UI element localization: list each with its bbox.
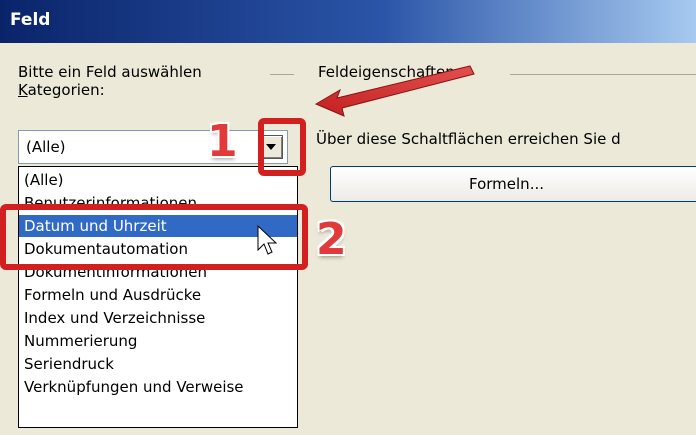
left-group-title: Bitte ein Feld auswählen: [18, 63, 206, 81]
list-item[interactable]: Seriendruck: [19, 353, 297, 375]
category-combobox[interactable]: (Alle): [18, 130, 288, 164]
list-item[interactable]: Nummerierung: [19, 330, 297, 352]
right-group-title: Feldeigenschaften: [318, 63, 459, 81]
step-number-1: 1: [207, 116, 238, 167]
title-bar: Feld: [0, 0, 696, 43]
list-item[interactable]: (Alle): [19, 169, 297, 191]
formula-button[interactable]: Formeln...: [330, 166, 696, 202]
category-label: Kategorien:: [18, 81, 109, 99]
hint-text: Über diese Schaltflächen erreichen Sie d: [316, 130, 621, 148]
group-divider-left: [270, 74, 294, 75]
window-title: Feld: [10, 10, 51, 30]
step-number-2: 2: [316, 214, 347, 265]
list-item[interactable]: Formeln und Ausdrücke: [19, 284, 297, 306]
formula-button-label: Formeln...: [469, 175, 544, 193]
list-item[interactable]: Index und Verzeichnisse: [19, 307, 297, 329]
highlight-selected-item: [0, 204, 308, 270]
highlight-dropdown-button: [258, 118, 306, 176]
list-item[interactable]: Verknüpfungen und Verweise: [19, 376, 297, 398]
group-divider-right: [510, 74, 696, 75]
combo-value: (Alle): [26, 138, 66, 156]
